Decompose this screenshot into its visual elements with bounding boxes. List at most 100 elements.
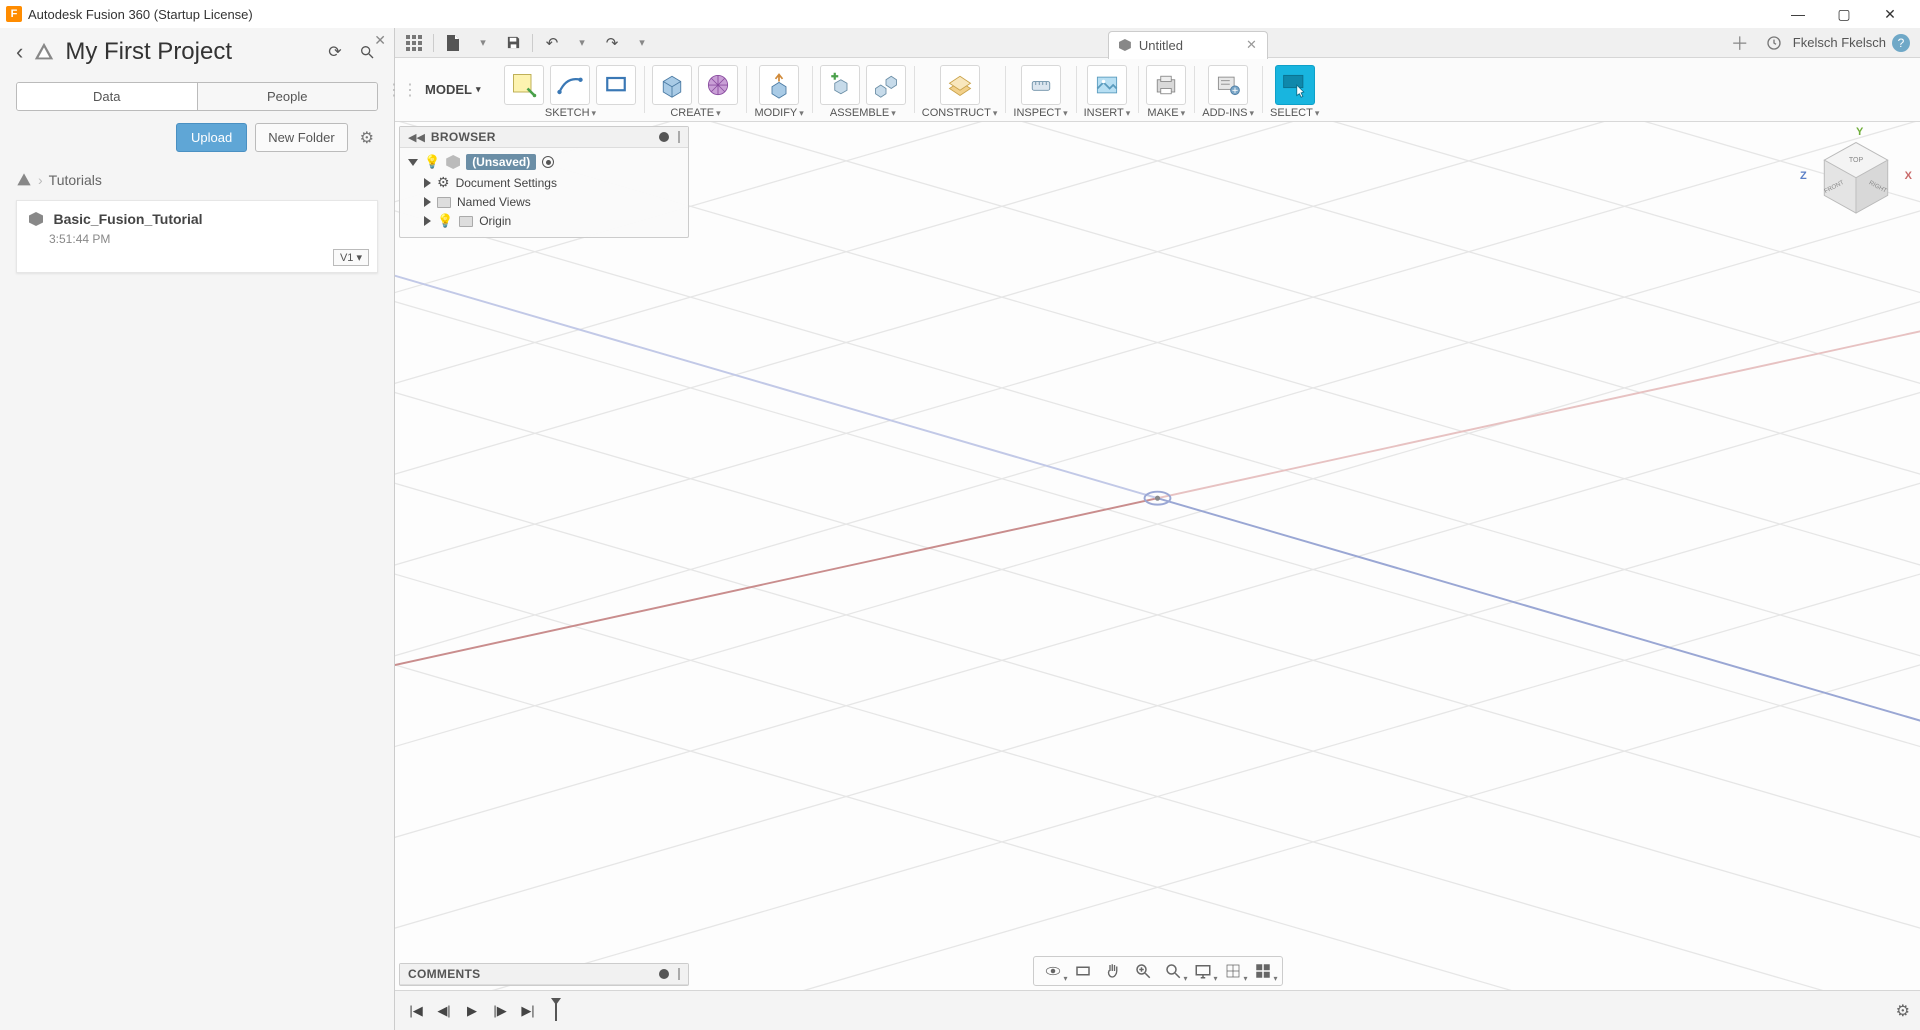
3d-print-button[interactable] (1146, 65, 1186, 105)
presspull-button[interactable] (759, 65, 799, 105)
browser-item-named-views[interactable]: Named Views (406, 193, 682, 211)
measure-button[interactable] (1021, 65, 1061, 105)
back-button[interactable]: ‹ (16, 39, 23, 65)
timeline-play-button[interactable]: ▶ (461, 1000, 483, 1022)
zoom-button[interactable] (1130, 960, 1156, 982)
scripts-button[interactable] (1208, 65, 1248, 105)
form-button[interactable] (698, 65, 738, 105)
orbit-button[interactable] (1040, 960, 1066, 982)
axis-x-label: X (1905, 170, 1912, 182)
comments-resize-handle[interactable] (678, 968, 680, 980)
show-data-panel-button[interactable] (401, 30, 427, 56)
window-minimize-button[interactable]: — (1786, 2, 1810, 26)
data-panel-settings-button[interactable]: ⚙ (356, 128, 378, 148)
comments-options-button[interactable] (659, 969, 669, 979)
browser-root-row[interactable]: 💡 (Unsaved) (406, 152, 682, 172)
timeline-track[interactable] (545, 1000, 1890, 1022)
new-component-button[interactable] (820, 65, 860, 105)
timeline-next-button[interactable]: |▶ (489, 1000, 511, 1022)
timeline-last-button[interactable]: ▶| (517, 1000, 539, 1022)
display-settings-button[interactable] (1190, 960, 1216, 982)
undo-dropdown[interactable]: ▾ (569, 30, 595, 56)
folder-icon (459, 216, 473, 227)
quick-access-bar: ▾ ↶ ▾ ↷ ▾ Untitled ✕ ＋ (395, 28, 1920, 58)
new-folder-button[interactable]: New Folder (255, 123, 347, 152)
ribbon-group-modify: MODIFY▾ (746, 58, 811, 121)
grid-plane (395, 122, 1920, 1030)
line-button[interactable] (550, 65, 590, 105)
joint-button[interactable] (866, 65, 906, 105)
file-menu-button[interactable] (440, 30, 466, 56)
ribbon-group-create: CREATE▾ (644, 58, 746, 121)
document-tab[interactable]: Untitled ✕ (1108, 31, 1268, 59)
select-button[interactable] (1275, 65, 1315, 105)
design-list-item[interactable]: Basic_Fusion_Tutorial 3:51:44 PM V1 ▾ (16, 200, 378, 273)
save-button[interactable] (500, 30, 526, 56)
offset-plane-button[interactable] (940, 65, 980, 105)
browser-item-document-settings[interactable]: ⚙ Document Settings (406, 172, 682, 193)
look-at-button[interactable] (1070, 960, 1096, 982)
expand-toggle[interactable] (408, 159, 418, 166)
workspace-switcher[interactable]: MODEL▾ (409, 58, 496, 121)
data-panel-tabs: Data People (16, 82, 378, 111)
design-name: Basic_Fusion_Tutorial (53, 211, 202, 227)
viewcube[interactable]: Y Z X TOP FRONT RIGHT (1812, 132, 1900, 220)
team-icon (16, 172, 32, 188)
new-design-button[interactable]: ＋ (1725, 30, 1755, 56)
canvas[interactable]: ◀◀ BROWSER 💡 (Unsaved) (395, 122, 1920, 1030)
ribbon-handle[interactable]: ⋮⋮ (395, 58, 409, 121)
tab-people[interactable]: People (197, 83, 378, 110)
comments-panel: COMMENTS (399, 963, 689, 986)
chevron-right-icon: › (38, 172, 43, 188)
rectangle-button[interactable] (596, 65, 636, 105)
refresh-button[interactable]: ⟳ (324, 41, 346, 63)
expand-toggle[interactable] (424, 178, 431, 188)
timeline-settings-button[interactable]: ⚙ (1896, 1001, 1910, 1021)
job-status-button[interactable] (1761, 30, 1787, 56)
version-dropdown[interactable]: V1 ▾ (333, 249, 369, 266)
timeline-playhead[interactable] (551, 998, 561, 1022)
activate-radio-icon[interactable] (542, 156, 554, 168)
browser-item-origin[interactable]: 💡 Origin (406, 211, 682, 231)
comments-title: COMMENTS (408, 967, 480, 981)
project-title: My First Project (65, 38, 314, 66)
user-name[interactable]: Fkelsch Fkelsch (1793, 35, 1886, 50)
document-tab-label: Untitled (1139, 38, 1238, 53)
create-sketch-button[interactable] (504, 65, 544, 105)
timeline-prev-button[interactable]: ◀| (433, 1000, 455, 1022)
redo-button[interactable]: ↷ (599, 30, 625, 56)
ribbon-group-addins: ADD-INS▾ (1194, 58, 1262, 121)
upload-button[interactable]: Upload (176, 123, 247, 152)
folder-icon (437, 197, 451, 208)
ribbon: ⋮⋮ MODEL▾ SKETCH▾ (395, 58, 1920, 122)
grid-settings-button[interactable] (1220, 960, 1246, 982)
expand-toggle[interactable] (424, 197, 431, 207)
root-component-label: (Unsaved) (466, 154, 536, 170)
viewports-button[interactable] (1250, 960, 1276, 982)
box-button[interactable] (652, 65, 692, 105)
breadcrumb[interactable]: › Tutorials (0, 164, 394, 196)
browser-resize-handle[interactable] (678, 131, 680, 143)
undo-button[interactable]: ↶ (539, 30, 565, 56)
redo-dropdown[interactable]: ▾ (629, 30, 655, 56)
breadcrumb-root: Tutorials (49, 172, 102, 188)
lightbulb-off-icon[interactable]: 💡 (437, 213, 453, 229)
browser-rewind-icon[interactable]: ◀◀ (408, 131, 425, 144)
fit-button[interactable] (1160, 960, 1186, 982)
window-close-button[interactable]: ✕ (1878, 2, 1902, 26)
expand-toggle[interactable] (424, 216, 431, 226)
insert-derive-button[interactable] (1087, 65, 1127, 105)
timeline-first-button[interactable]: |◀ (405, 1000, 427, 1022)
lightbulb-icon[interactable]: 💡 (424, 154, 440, 170)
gear-icon: ⚙ (437, 174, 450, 191)
pan-button[interactable] (1100, 960, 1126, 982)
tab-data[interactable]: Data (17, 83, 197, 110)
help-button[interactable]: ? (1892, 34, 1910, 52)
browser-options-button[interactable] (659, 132, 669, 142)
ribbon-group-sketch: SKETCH▾ (496, 58, 644, 121)
window-maximize-button[interactable]: ▢ (1832, 2, 1856, 26)
data-panel-close-button[interactable]: ✕ (374, 32, 386, 49)
file-menu-dropdown[interactable]: ▾ (470, 30, 496, 56)
design-timestamp: 3:51:44 PM (49, 232, 365, 246)
close-tab-button[interactable]: ✕ (1246, 37, 1257, 53)
